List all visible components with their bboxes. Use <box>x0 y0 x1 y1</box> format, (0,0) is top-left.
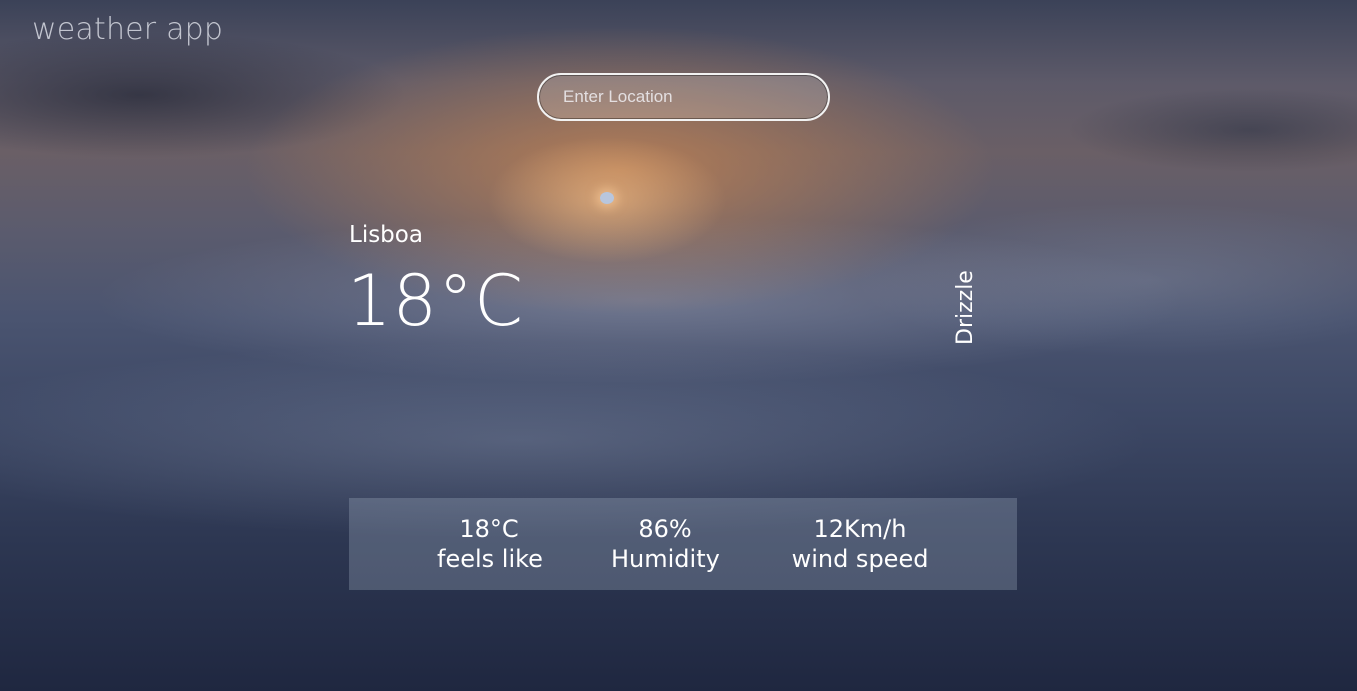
humidity-value: 86% <box>638 515 692 543</box>
feels-like-stat: 18°C feels like <box>437 514 543 574</box>
wind-speed-label: wind speed <box>791 545 929 573</box>
app-title: weather app <box>32 12 224 47</box>
feels-like-label: feels like <box>437 545 543 573</box>
location-search-box[interactable] <box>537 73 830 121</box>
location-input[interactable] <box>563 87 828 107</box>
wind-speed-stat: 12Km/h wind speed <box>789 514 931 574</box>
weather-condition: Drizzle <box>953 270 978 345</box>
wind-speed-value: 12Km/h <box>813 515 907 543</box>
city-name: Lisboa <box>349 222 423 248</box>
current-temperature: 18°C <box>347 260 524 342</box>
stats-panel: 18°C feels like 86% Humidity 12Km/h wind… <box>349 498 1017 590</box>
humidity-stat: 86% Humidity <box>611 514 720 574</box>
humidity-label: Humidity <box>611 545 720 573</box>
feels-like-value: 18°C <box>459 515 519 543</box>
sun-glow <box>600 192 614 204</box>
